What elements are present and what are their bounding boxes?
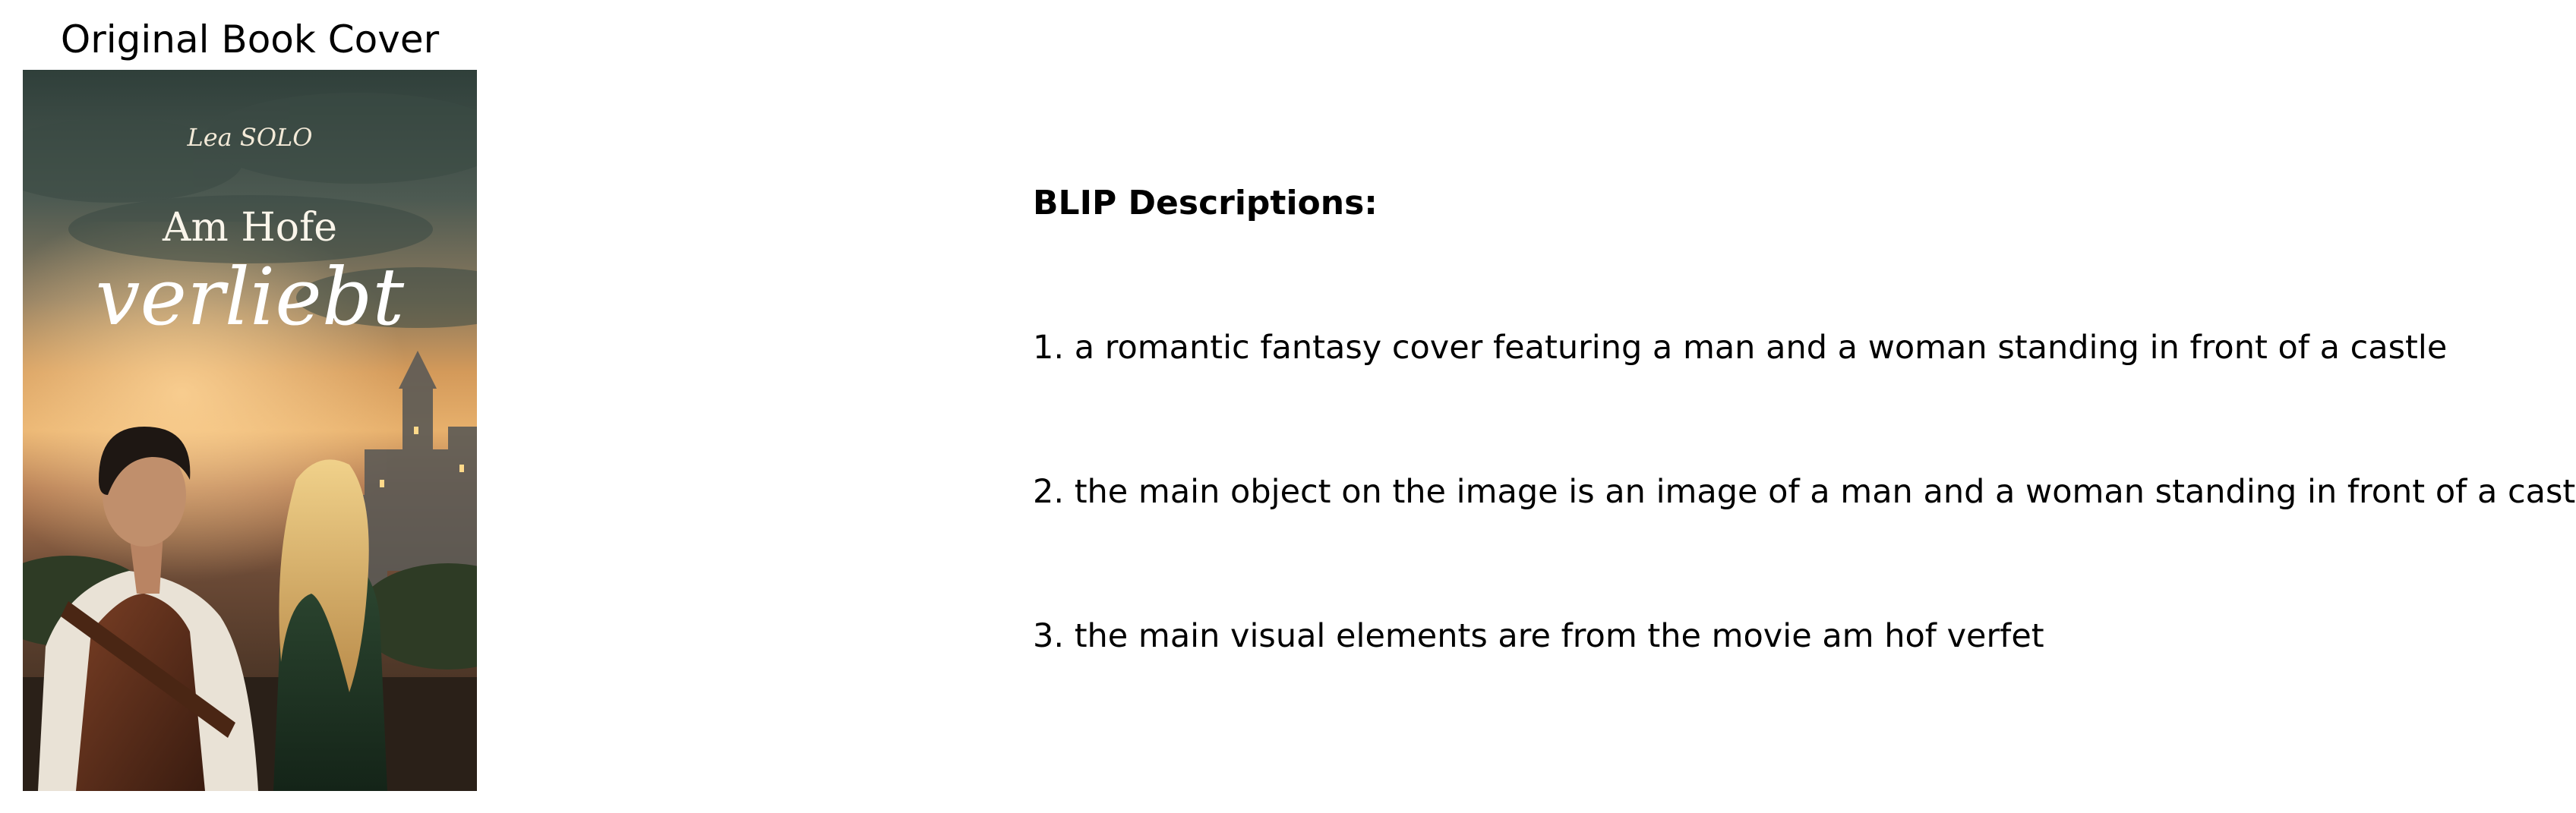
blip-description-2: 2. the main object on the image is an im… [1033,473,2576,511]
blip-description-3: 3. the main visual elements are from the… [1033,617,2044,655]
blip-description-1: 1. a romantic fantasy cover featuring a … [1033,329,2448,367]
cover-author-text: Lea SOLO [186,123,312,152]
book-cover-image: Lea SOLO Am Hofe verliebt [23,70,477,791]
cover-title-line1-text: Am Hofe [162,205,337,251]
cover-panel-title: Original Book Cover [60,17,440,61]
cover-title-line2-text: verliebt [96,251,405,343]
blip-descriptions-header: BLIP Descriptions: [1033,184,1378,222]
